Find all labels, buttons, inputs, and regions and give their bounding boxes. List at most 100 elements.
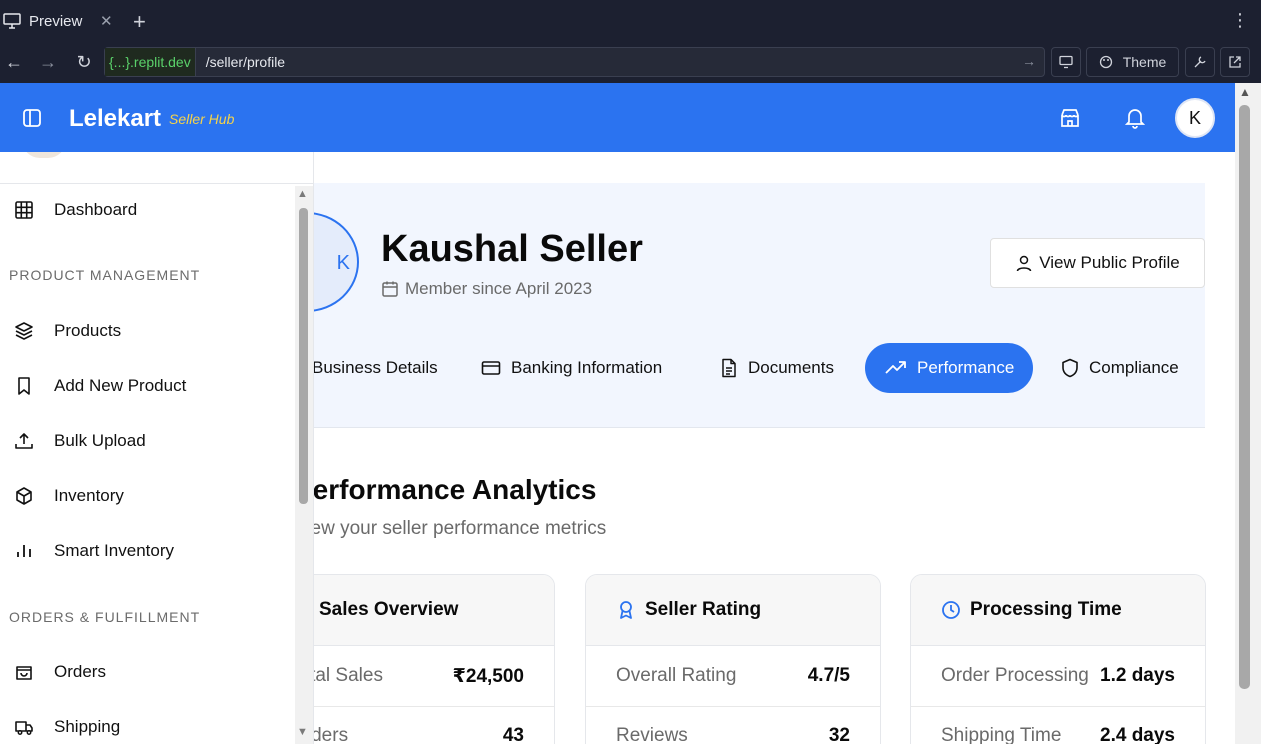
- tab-documents[interactable]: Documents: [720, 343, 834, 393]
- scroll-up-icon[interactable]: ▲: [297, 188, 308, 200]
- url-path: /seller/profile: [205, 54, 286, 70]
- sidebar-toggle-icon[interactable]: [22, 108, 42, 128]
- view-public-profile-button[interactable]: View Public Profile: [990, 238, 1205, 288]
- theme-button[interactable]: Theme: [1086, 47, 1179, 77]
- sidebar: Dashboard PRODUCT MANAGEMENT Products Ad…: [0, 152, 314, 744]
- card-title: Seller Rating: [645, 599, 762, 620]
- tab-business-details[interactable]: Business Details: [314, 343, 438, 393]
- user-avatar[interactable]: K: [1175, 98, 1215, 138]
- sidebar-scroll-thumb[interactable]: [299, 208, 308, 504]
- award-icon: [620, 601, 632, 619]
- metric-value: 32: [828, 725, 850, 744]
- forward-icon[interactable]: →: [38, 51, 58, 73]
- sidebar-item-label: Bulk Upload: [54, 431, 146, 450]
- section-subtitle: View your seller performance metrics: [314, 518, 607, 539]
- sidebar-item-dashboard[interactable]: Dashboard: [0, 190, 295, 230]
- metric-row: Overall Rating 4.7/5: [586, 647, 880, 707]
- card-title: Sales Overview: [319, 599, 459, 620]
- new-tab-icon[interactable]: +: [133, 9, 146, 35]
- metric-label: Order Processing: [941, 665, 1089, 686]
- page-scroll-thumb[interactable]: [1239, 105, 1250, 689]
- sidebar-item-add-new-product[interactable]: Add New Product: [0, 366, 295, 406]
- tab-label: Compliance: [1089, 358, 1179, 377]
- sidebar-item-label: Products: [54, 321, 122, 340]
- metric-label: Orders: [314, 725, 349, 744]
- reload-icon[interactable]: ↻: [74, 51, 94, 73]
- metric-row: Order Processing 1.2 days: [911, 647, 1205, 707]
- user-icon: [1017, 255, 1032, 272]
- profile-header: K Kaushal Seller Member since April 2023…: [314, 183, 1205, 428]
- sidebar-item-label: Smart Inventory: [54, 541, 174, 560]
- sidebar-item-label: Shipping: [54, 717, 121, 736]
- profile-avatar: K: [314, 212, 359, 312]
- section-title: Performance Analytics: [314, 474, 597, 505]
- url-domain-badge: {...}.replit.dev: [105, 48, 196, 76]
- sidebar-item-shipping[interactable]: Shipping: [0, 707, 295, 744]
- processing-time-card: Processing Time Order Processing 1.2 day…: [910, 574, 1206, 744]
- sidebar-item-orders[interactable]: Orders: [0, 652, 295, 692]
- metric-value: 4.7/5: [807, 665, 850, 686]
- truck-icon: [15, 721, 33, 735]
- sidebar-item-label: Inventory: [54, 486, 124, 505]
- brand-subtitle: Seller Hub: [169, 111, 235, 127]
- metric-label: Reviews: [616, 725, 688, 744]
- monitor-icon: [1059, 55, 1073, 69]
- browser-tab-title: Preview: [29, 13, 83, 30]
- sidebar-item-bulk-upload[interactable]: Bulk Upload: [0, 421, 295, 461]
- calendar-icon: [382, 281, 398, 297]
- metric-row: Reviews 32: [586, 707, 880, 744]
- devtools-button[interactable]: [1185, 47, 1215, 77]
- browser-tab[interactable]: Preview ✕: [0, 0, 120, 43]
- sales-overview-card: Sales Overview Total Sales ₹24,500 Order…: [314, 574, 555, 744]
- trending-up-icon: [885, 361, 906, 374]
- browser-address-bar: ← → ↻ {...}.replit.dev /seller/profile →…: [0, 43, 1261, 83]
- sidebar-profile-avatar: [22, 152, 66, 158]
- bell-icon[interactable]: [1125, 107, 1145, 129]
- view-public-profile-label: View Public Profile: [1039, 253, 1180, 272]
- go-arrow-icon[interactable]: →: [1022, 53, 1036, 69]
- tab-label: Documents: [748, 358, 834, 377]
- metric-label: Shipping Time: [941, 725, 1062, 744]
- url-field[interactable]: {...}.replit.dev /seller/profile →: [104, 47, 1045, 77]
- scroll-down-icon[interactable]: ▼: [297, 726, 308, 738]
- sidebar-item-inventory[interactable]: Inventory: [0, 476, 295, 516]
- metric-row: Orders 43: [314, 707, 554, 744]
- metric-row: Shipping Time 2.4 days: [911, 707, 1205, 744]
- sidebar-item-label: Dashboard: [54, 200, 138, 219]
- monitor-icon: [3, 13, 21, 29]
- seller-name: Kaushal Seller: [381, 228, 643, 270]
- screen-button[interactable]: [1051, 47, 1081, 77]
- scroll-up-icon[interactable]: ▲: [1239, 85, 1251, 99]
- browser-tab-bar: Preview ✕ + ⋮: [0, 0, 1261, 43]
- more-menu-icon[interactable]: ⋮: [1231, 10, 1249, 31]
- open-external-button[interactable]: [1220, 47, 1250, 77]
- shield-icon: [1062, 358, 1078, 378]
- tab-label: Banking Information: [511, 358, 663, 377]
- member-since: Member since April 2023: [381, 279, 592, 299]
- avatar-initial: K: [1188, 107, 1201, 128]
- file-text-icon: [722, 358, 736, 378]
- sidebar-item-label: Orders: [54, 662, 106, 681]
- shopping-bag-icon: [16, 666, 32, 680]
- sidebar-item-smart-inventory[interactable]: Smart Inventory: [0, 531, 295, 571]
- credit-card-icon: [481, 361, 501, 375]
- tab-banking-information[interactable]: Banking Information: [481, 343, 662, 393]
- store-icon[interactable]: [1059, 107, 1081, 129]
- seller-rating-card: Seller Rating Overall Rating 4.7/5 Revie…: [585, 574, 881, 744]
- page-scrollbar[interactable]: ▲: [1235, 83, 1261, 744]
- brand-logo[interactable]: Lelekart: [69, 105, 161, 133]
- metric-value: 1.2 days: [1100, 665, 1175, 686]
- tab-label: Performance: [917, 358, 1015, 377]
- tab-performance[interactable]: Performance: [865, 343, 1034, 393]
- app-header: Lelekart Seller Hub K: [0, 83, 1235, 152]
- metric-value: ₹24,500: [452, 666, 524, 687]
- close-tab-icon[interactable]: ✕: [100, 12, 113, 30]
- tab-compliance[interactable]: Compliance: [1061, 343, 1179, 393]
- profile-avatar-initial: K: [336, 252, 350, 274]
- member-since-text: Member since April 2023: [405, 279, 593, 298]
- card-header: Processing Time: [911, 575, 1205, 646]
- theme-label: Theme: [1122, 54, 1167, 70]
- sidebar-item-products[interactable]: Products: [0, 311, 295, 351]
- back-icon[interactable]: ←: [4, 51, 24, 73]
- sidebar-scrollbar[interactable]: ▲ ▼: [295, 186, 313, 744]
